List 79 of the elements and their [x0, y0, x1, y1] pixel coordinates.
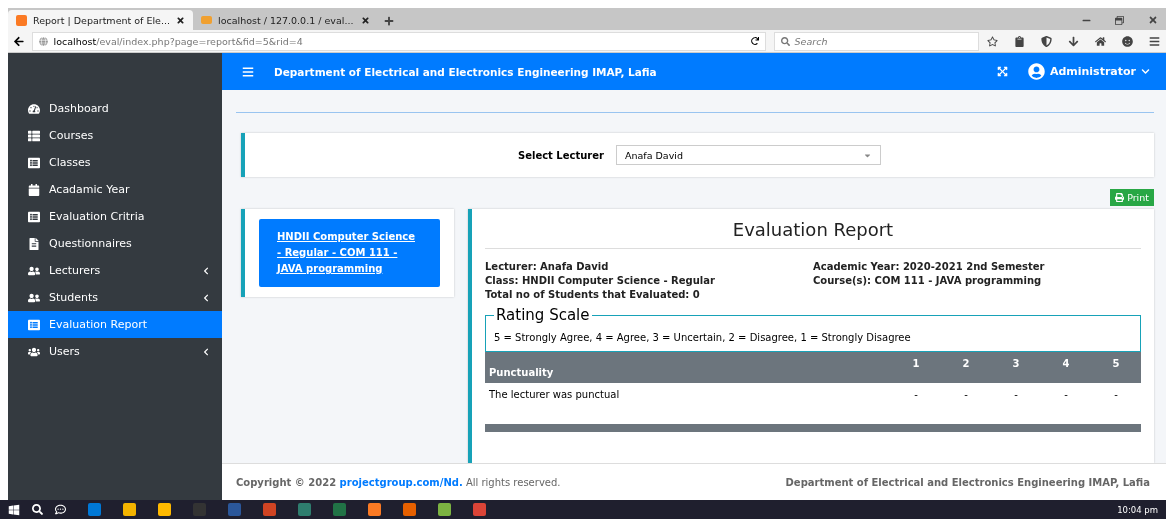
- report-field: Academic Year: 2020-2021 2nd Semester: [813, 261, 1141, 272]
- fullscreen-icon[interactable]: [996, 66, 1008, 77]
- table-header-cell: 2: [941, 352, 991, 383]
- people-icon: [28, 291, 40, 304]
- home-icon[interactable]: [1095, 35, 1106, 47]
- windows-icon[interactable]: [8, 503, 20, 516]
- table-header-cell: 4: [1041, 352, 1091, 383]
- report-field: Course(s): COM 111 - JAVA programming: [813, 275, 1141, 286]
- table-cell: -: [941, 383, 991, 414]
- list-card-icon: [28, 156, 40, 169]
- table-cell: -: [991, 383, 1041, 414]
- lecturer-select[interactable]: Anafa David: [616, 145, 881, 165]
- user-menu[interactable]: Administrator: [1027, 63, 1150, 80]
- table-header-cell: 3: [991, 352, 1041, 383]
- report-title: Evaluation Report: [485, 219, 1141, 249]
- search-icon[interactable]: [32, 504, 43, 515]
- menu-icon[interactable]: [1149, 35, 1160, 47]
- rating-scale-title: Rating Scale: [495, 306, 591, 324]
- search-field[interactable]: Search: [773, 31, 979, 51]
- star-icon[interactable]: [987, 35, 998, 47]
- list-card-icon: [28, 210, 40, 223]
- table-header-cell: 5: [1091, 352, 1141, 383]
- list-icon: [28, 129, 40, 142]
- report-field: Class: HNDII Computer Science - Regular: [485, 275, 813, 286]
- sidebar-item[interactable]: Students: [8, 284, 222, 311]
- document-icon: [28, 237, 40, 250]
- report-field: Total no of Students that Evaluated: 0: [485, 289, 813, 300]
- sidebar-item[interactable]: Questionnaires: [8, 230, 222, 257]
- smiley-icon[interactable]: [1122, 35, 1133, 47]
- site-title: Department of Electrical and Electronics Engineering IMAP, Lafia: [274, 65, 658, 78]
- chevron-icon: [202, 347, 210, 356]
- globe-icon: [38, 36, 48, 46]
- chevron-icon: [1141, 67, 1150, 76]
- sidebar-item[interactable]: Users: [8, 338, 222, 365]
- sidebar-item[interactable]: Dashboard: [8, 95, 222, 122]
- sidebar-item[interactable]: Evaluation Critria: [8, 203, 222, 230]
- table-cell: -: [1041, 383, 1091, 414]
- sidebar-item[interactable]: Lecturers: [8, 257, 222, 284]
- sidebar-item[interactable]: Acadamic Year: [8, 176, 222, 203]
- browser-tab[interactable]: localhost / 127.0.0.1 / eval...: [193, 10, 378, 30]
- search-icon: [780, 36, 790, 46]
- sidebar-item[interactable]: Courses: [8, 122, 222, 149]
- footer-title: Department of Electrical and Electronics Engineering IMAP, Lafia: [785, 476, 1150, 488]
- table-cell: The lecturer was punctual: [485, 383, 891, 414]
- print-icon: [1115, 193, 1125, 202]
- tab-logo-icon: [201, 16, 212, 24]
- chevron-icon: [202, 293, 210, 302]
- sidebar-item[interactable]: Evaluation Report: [8, 311, 222, 338]
- clock-time: 10:04 pm: [1117, 504, 1158, 515]
- restore-icon[interactable]: [1115, 15, 1124, 25]
- field-label: Select Lecturer: [518, 149, 604, 161]
- avatar-icon: [1027, 63, 1045, 80]
- list-card-icon: [28, 318, 40, 331]
- table-cell: -: [1091, 383, 1141, 414]
- new-tab-icon[interactable]: [384, 16, 394, 26]
- table-header-cell: 1: [891, 352, 941, 383]
- close-icon[interactable]: [361, 15, 370, 25]
- chevron-icon: [202, 266, 210, 275]
- group-icon: [28, 345, 40, 358]
- copyright-text: Copyright © 2022 projectgroup.com/Nd. All rights reserved.: [236, 476, 561, 488]
- people-icon: [28, 264, 40, 277]
- gauge-icon: [28, 102, 40, 115]
- table-cell: -: [891, 383, 941, 414]
- sidebar-item[interactable]: Classes: [8, 149, 222, 176]
- close-icon[interactable]: [176, 15, 185, 25]
- clipboard-icon[interactable]: [1014, 35, 1025, 47]
- rating-scale-text: 5 = Strongly Agree, 4 = Agree, 3 = Uncertain, 2 = Disagree, 1 = Strongly Disagree: [494, 332, 911, 343]
- class-link[interactable]: HNDII Computer Science - Regular - COM 111 - JAVA programming: [259, 219, 440, 287]
- copyright-link[interactable]: projectgroup.com/Nd.: [339, 476, 463, 488]
- menu-icon[interactable]: [242, 65, 254, 78]
- report-field: Lecturer: Anafa David: [485, 261, 813, 272]
- address-field[interactable]: localhost/eval/index.php?page=report&fid=5&rid=4: [31, 31, 766, 51]
- back-icon[interactable]: [14, 35, 24, 47]
- calendar-icon: [28, 183, 40, 196]
- tab-logo-icon: [16, 14, 27, 26]
- browser-tab[interactable]: Report | Department of Ele...: [8, 10, 193, 30]
- table-header-cell: Punctuality: [485, 352, 891, 383]
- download-icon[interactable]: [1068, 35, 1079, 47]
- reload-icon[interactable]: [750, 37, 759, 45]
